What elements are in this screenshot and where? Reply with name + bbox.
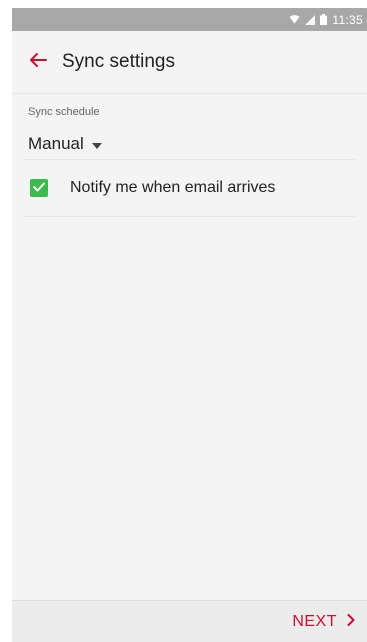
next-label: NEXT: [292, 612, 337, 630]
phone-screen: 11:35 Sync settings Sync schedule Manual: [12, 8, 367, 642]
sync-schedule-dropdown[interactable]: Manual: [28, 134, 102, 154]
app-bar: Sync settings: [12, 31, 367, 94]
caret-down-icon: [91, 136, 102, 154]
status-bar: 11:35: [12, 8, 367, 31]
status-time: 11:35: [332, 12, 363, 27]
page-title: Sync settings: [62, 51, 175, 72]
notify-row[interactable]: Notify me when email arrives: [24, 160, 355, 217]
notify-checkbox[interactable]: [30, 179, 48, 197]
next-button[interactable]: NEXT: [292, 613, 355, 631]
back-button[interactable]: [26, 50, 50, 74]
wifi-icon: [289, 13, 300, 27]
chevron-right-icon: [347, 613, 355, 631]
bottom-bar: NEXT: [12, 600, 367, 642]
notify-label: Notify me when email arrives: [70, 179, 276, 196]
battery-icon: [320, 14, 328, 25]
sync-schedule-label: Sync schedule: [28, 106, 100, 118]
checkmark-icon: [33, 179, 45, 197]
sync-schedule-block: Sync schedule Manual: [24, 94, 355, 160]
sync-schedule-value: Manual: [28, 134, 84, 153]
settings-section: Sync schedule Manual Notify me when emai…: [12, 94, 367, 217]
arrow-left-icon: [29, 52, 47, 73]
signal-icon: [305, 14, 316, 25]
